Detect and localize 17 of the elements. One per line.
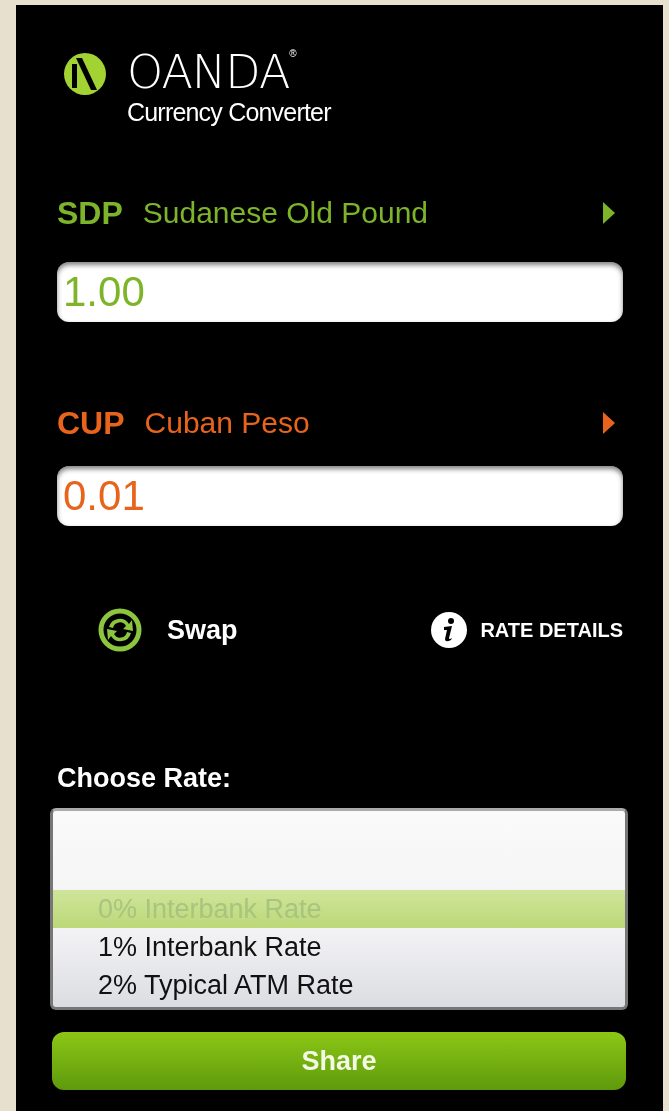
currency-code: CUP — [57, 404, 125, 442]
currency-code: SDP — [57, 194, 123, 232]
info-icon — [430, 611, 469, 649]
brand-name: OANDA — [127, 48, 290, 96]
currency-name[interactable]: Sudanese Old Pound — [142, 196, 603, 230]
triangle-right-icon[interactable] — [603, 412, 615, 434]
app-subtitle: Currency Converter — [127, 97, 331, 128]
logo-icon — [63, 52, 107, 96]
swap-button[interactable]: Swap — [97, 607, 238, 653]
triangle-right-icon[interactable] — [603, 202, 615, 224]
currency-name[interactable]: Cuban Peso — [144, 406, 603, 440]
rate-details-button[interactable]: RATE DETAILS — [430, 611, 623, 649]
trademark: ® — [289, 48, 297, 59]
choose-rate-label: Choose Rate: — [57, 761, 233, 795]
rate-option[interactable]: 1% Interbank Rate — [53, 928, 625, 966]
rate-option[interactable]: 2% Typical ATM Rate — [53, 966, 625, 1004]
swap-icon — [97, 607, 143, 653]
